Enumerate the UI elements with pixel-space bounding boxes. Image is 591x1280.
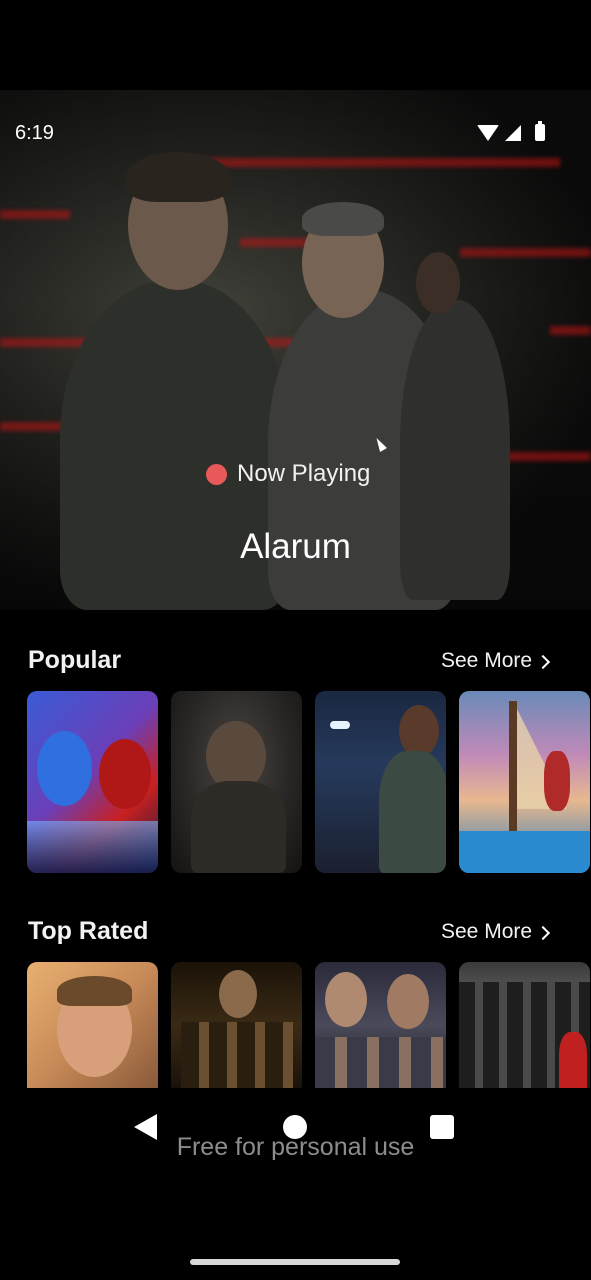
battery-icon	[535, 121, 545, 141]
hero-movie-title[interactable]: Alarum	[0, 527, 591, 567]
chevron-right-icon	[535, 654, 551, 669]
section-title-popular: Popular	[28, 646, 122, 674]
movie-poster[interactable]	[27, 691, 158, 873]
see-more-top-rated-button[interactable]: See More	[441, 920, 551, 944]
section-title-top-rated: Top Rated	[28, 917, 149, 945]
see-more-label: See More	[441, 649, 533, 672]
movie-poster[interactable]	[459, 962, 590, 1088]
now-playing-label: Now Playing	[237, 460, 371, 487]
now-playing-badge: Now Playing	[206, 460, 370, 488]
watermark-text: Free for personal use	[176, 1133, 415, 1161]
gesture-handle[interactable]	[190, 1259, 400, 1265]
live-dot-icon	[206, 463, 227, 485]
chevron-right-icon	[535, 925, 551, 940]
see-more-label: See More	[441, 920, 533, 943]
wifi-icon	[477, 124, 499, 141]
movie-poster[interactable]	[27, 962, 158, 1088]
movie-poster[interactable]	[171, 962, 302, 1088]
movie-poster[interactable]	[459, 691, 590, 873]
signal-icon	[505, 124, 521, 141]
movie-poster[interactable]	[315, 962, 446, 1088]
movie-poster[interactable]	[171, 691, 302, 873]
status-time: 6:19	[15, 122, 54, 144]
movie-poster[interactable]	[315, 691, 446, 873]
status-icons	[477, 121, 545, 141]
see-more-popular-button[interactable]: See More	[441, 649, 551, 673]
